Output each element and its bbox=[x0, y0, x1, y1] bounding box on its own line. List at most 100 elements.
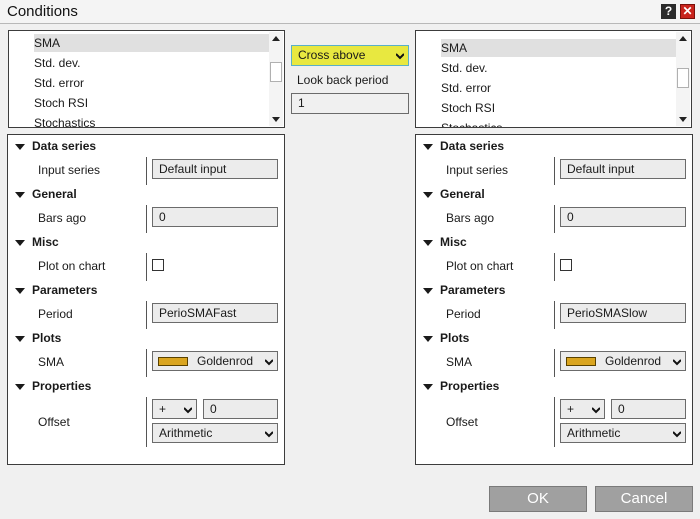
list-item[interactable]: SMA bbox=[441, 39, 681, 57]
chevron-down-icon bbox=[592, 407, 600, 414]
scroll-thumb[interactable] bbox=[677, 68, 689, 88]
plot-on-chart-label: Plot on chart bbox=[446, 259, 514, 273]
category-misc[interactable]: Misc bbox=[416, 233, 692, 253]
offset-value-input[interactable]: 0 bbox=[203, 399, 278, 419]
collapse-arrow-icon[interactable] bbox=[15, 336, 25, 342]
list-item[interactable]: Std. dev. bbox=[441, 59, 487, 77]
category-label: General bbox=[440, 187, 485, 201]
input-series-field[interactable]: Default input bbox=[152, 159, 278, 179]
category-data-series[interactable]: Data series bbox=[416, 137, 692, 157]
plot-on-chart-label: Plot on chart bbox=[38, 259, 106, 273]
collapse-arrow-icon[interactable] bbox=[423, 144, 433, 150]
left-property-grid: Data series Input series Default input G… bbox=[7, 134, 285, 465]
category-general[interactable]: General bbox=[416, 185, 692, 205]
category-label: Parameters bbox=[440, 283, 506, 297]
offset-label: Offset bbox=[38, 415, 70, 429]
offset-type-value: Arithmetic bbox=[567, 426, 621, 440]
offset-sign-value: + bbox=[159, 402, 167, 416]
category-label: Properties bbox=[440, 379, 500, 393]
list-scrollbar[interactable] bbox=[676, 32, 690, 126]
list-item[interactable]: Stochastics bbox=[441, 119, 502, 127]
color-swatch bbox=[566, 357, 596, 366]
list-item[interactable]: Stochastics bbox=[34, 114, 95, 127]
chevron-down-icon bbox=[673, 359, 681, 366]
offset-type-value: Arithmetic bbox=[159, 426, 213, 440]
category-plots[interactable]: Plots bbox=[416, 329, 692, 349]
category-label: Misc bbox=[440, 235, 467, 249]
category-label: Data series bbox=[440, 139, 505, 153]
bars-ago-label: Bars ago bbox=[446, 211, 495, 225]
operator-select[interactable]: Cross above bbox=[291, 45, 409, 66]
collapse-arrow-icon[interactable] bbox=[423, 240, 433, 246]
collapse-arrow-icon[interactable] bbox=[423, 384, 433, 390]
scroll-down-icon[interactable] bbox=[272, 117, 280, 122]
collapse-arrow-icon[interactable] bbox=[15, 144, 25, 150]
collapse-arrow-icon[interactable] bbox=[15, 384, 25, 390]
lookback-label: Look back period bbox=[297, 73, 389, 87]
bars-ago-label: Bars ago bbox=[38, 211, 87, 225]
list-item[interactable]: Stoch RSI bbox=[441, 99, 495, 117]
plot-on-chart-checkbox[interactable] bbox=[560, 259, 572, 271]
offset-sign-select[interactable]: + bbox=[560, 399, 605, 419]
category-parameters[interactable]: Parameters bbox=[416, 281, 692, 301]
offset-type-select[interactable]: Arithmetic bbox=[560, 423, 686, 443]
collapse-arrow-icon[interactable] bbox=[423, 192, 433, 198]
category-label: Plots bbox=[440, 331, 470, 345]
cancel-button[interactable]: Cancel bbox=[595, 486, 693, 512]
period-input[interactable]: PerioSMASlow bbox=[560, 303, 686, 323]
list-item[interactable]: Std. error bbox=[34, 74, 84, 92]
category-properties[interactable]: Properties bbox=[8, 377, 284, 397]
close-button[interactable]: ✕ bbox=[680, 4, 695, 19]
period-label: Period bbox=[38, 307, 73, 321]
category-parameters[interactable]: Parameters bbox=[8, 281, 284, 301]
category-data-series[interactable]: Data series bbox=[8, 137, 284, 157]
category-label: General bbox=[32, 187, 77, 201]
period-label: Period bbox=[446, 307, 481, 321]
bars-ago-input[interactable]: 0 bbox=[560, 207, 686, 227]
right-property-grid: Data series Input series Default input G… bbox=[415, 134, 693, 465]
bars-ago-input[interactable]: 0 bbox=[152, 207, 278, 227]
title-bar: Conditions ? ✕ bbox=[0, 0, 700, 24]
chevron-down-icon bbox=[673, 431, 681, 438]
input-series-field[interactable]: Default input bbox=[560, 159, 686, 179]
help-button[interactable]: ? bbox=[661, 4, 676, 19]
collapse-arrow-icon[interactable] bbox=[423, 336, 433, 342]
sma-color-select[interactable]: Goldenrod bbox=[152, 351, 278, 371]
collapse-arrow-icon[interactable] bbox=[15, 192, 25, 198]
scroll-up-icon[interactable] bbox=[679, 36, 687, 41]
list-scrollbar[interactable] bbox=[269, 32, 283, 126]
collapse-arrow-icon[interactable] bbox=[423, 288, 433, 294]
category-misc[interactable]: Misc bbox=[8, 233, 284, 253]
ok-button[interactable]: OK bbox=[489, 486, 587, 512]
offset-type-select[interactable]: Arithmetic bbox=[152, 423, 278, 443]
chevron-down-icon bbox=[265, 431, 273, 438]
list-item[interactable]: Std. dev. bbox=[34, 54, 80, 72]
operator-value: Cross above bbox=[298, 48, 366, 62]
sma-color-select[interactable]: Goldenrod bbox=[560, 351, 686, 371]
category-label: Parameters bbox=[32, 283, 98, 297]
category-label: Data series bbox=[32, 139, 97, 153]
color-swatch bbox=[158, 357, 188, 366]
collapse-arrow-icon[interactable] bbox=[15, 288, 25, 294]
input-series-label: Input series bbox=[38, 163, 101, 177]
color-name: Goldenrod bbox=[605, 354, 662, 368]
category-plots[interactable]: Plots bbox=[8, 329, 284, 349]
offset-sign-select[interactable]: + bbox=[152, 399, 197, 419]
scroll-up-icon[interactable] bbox=[272, 36, 280, 41]
plot-on-chart-checkbox[interactable] bbox=[152, 259, 164, 271]
input-series-label: Input series bbox=[446, 163, 509, 177]
right-indicator-list[interactable]: SMA Std. dev. Std. error Stoch RSI Stoch… bbox=[415, 30, 692, 128]
scroll-down-icon[interactable] bbox=[679, 117, 687, 122]
lookback-input[interactable]: 1 bbox=[291, 93, 409, 114]
offset-value-input[interactable]: 0 bbox=[611, 399, 686, 419]
list-item[interactable]: SMA bbox=[34, 34, 274, 52]
category-properties[interactable]: Properties bbox=[416, 377, 692, 397]
list-item[interactable]: Stoch RSI bbox=[34, 94, 88, 112]
period-input[interactable]: PerioSMAFast bbox=[152, 303, 278, 323]
left-indicator-list[interactable]: SMA Std. dev. Std. error Stoch RSI Stoch… bbox=[8, 30, 285, 128]
scroll-thumb[interactable] bbox=[270, 62, 282, 82]
category-label: Properties bbox=[32, 379, 92, 393]
list-item[interactable]: Std. error bbox=[441, 79, 491, 97]
category-general[interactable]: General bbox=[8, 185, 284, 205]
collapse-arrow-icon[interactable] bbox=[15, 240, 25, 246]
